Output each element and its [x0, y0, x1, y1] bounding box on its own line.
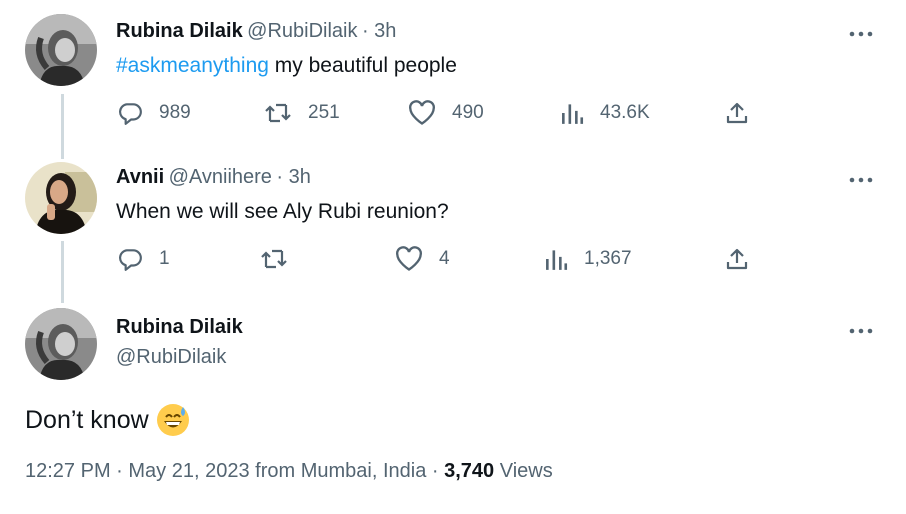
like-button[interactable]: 4	[395, 246, 450, 272]
more-icon[interactable]	[849, 18, 873, 44]
author-name[interactable]: Rubina Dilaik	[116, 316, 243, 339]
tweet-body: Don’t know	[25, 405, 149, 434]
share-button[interactable]	[725, 100, 749, 126]
retweet-button[interactable]	[260, 246, 304, 272]
views-count: 1,367	[584, 248, 632, 269]
views-label: Views	[499, 460, 553, 482]
views-icon	[546, 250, 568, 270]
like-icon	[396, 246, 422, 271]
hashtag-link[interactable]: #askmeanything	[116, 54, 269, 77]
views-button[interactable]: 1,367	[544, 246, 632, 272]
author-handle[interactable]: @Avniihere	[169, 166, 272, 188]
thread-line	[61, 241, 64, 303]
author-handle[interactable]: @RubiDilaik	[247, 20, 357, 42]
share-icon	[726, 248, 748, 270]
views-count[interactable]: 3,740	[444, 460, 494, 482]
grinning-face-with-sweat-icon	[156, 404, 189, 436]
like-button[interactable]: 490	[408, 100, 484, 126]
avatar[interactable]	[25, 308, 97, 380]
retweet-button[interactable]: 251	[264, 100, 340, 126]
retweet-icon	[261, 249, 287, 269]
reply-count: 989	[159, 102, 191, 123]
reply-icon	[119, 103, 142, 125]
tweet-text: When we will see Aly Rubi reunion?	[116, 200, 449, 223]
retweet-count: 251	[308, 102, 340, 123]
reply-icon	[119, 249, 142, 271]
author-handle[interactable]: @RubiDilaik	[116, 346, 226, 369]
like-count: 4	[439, 248, 450, 269]
tweet-time[interactable]: · 3h	[276, 166, 310, 188]
tweet-timestamp[interactable]: 12:27 PM · May 21, 2023	[25, 460, 250, 482]
retweet-icon	[265, 103, 291, 123]
share-button[interactable]	[725, 246, 749, 272]
views-count: 43.6K	[600, 102, 650, 123]
tweet-time[interactable]: · 3h	[362, 20, 396, 42]
tweet-text: Don’t know	[25, 404, 189, 436]
avatar[interactable]	[25, 14, 97, 86]
tweet-location: from Mumbai, India	[255, 460, 427, 482]
author-name[interactable]: Rubina Dilaik	[116, 20, 243, 42]
views-icon	[562, 104, 584, 124]
tweet-body: my beautiful people	[268, 54, 457, 77]
tweet-meta: 12:27 PM · May 21, 2023 from Mumbai, Ind…	[25, 460, 553, 482]
like-icon	[409, 100, 435, 125]
reply-count: 1	[159, 248, 170, 269]
thread-line	[61, 94, 64, 159]
more-icon[interactable]	[849, 315, 873, 341]
share-icon	[726, 102, 748, 124]
more-icon[interactable]	[849, 164, 873, 190]
reply-button[interactable]: 1	[117, 246, 170, 272]
views-button[interactable]: 43.6K	[560, 100, 650, 126]
reply-button[interactable]: 989	[117, 100, 191, 126]
tweet-text: #askmeanything my beautiful people	[116, 54, 457, 78]
avatar[interactable]	[25, 162, 97, 234]
author-name[interactable]: Avnii	[116, 166, 164, 188]
like-count: 490	[452, 102, 484, 123]
